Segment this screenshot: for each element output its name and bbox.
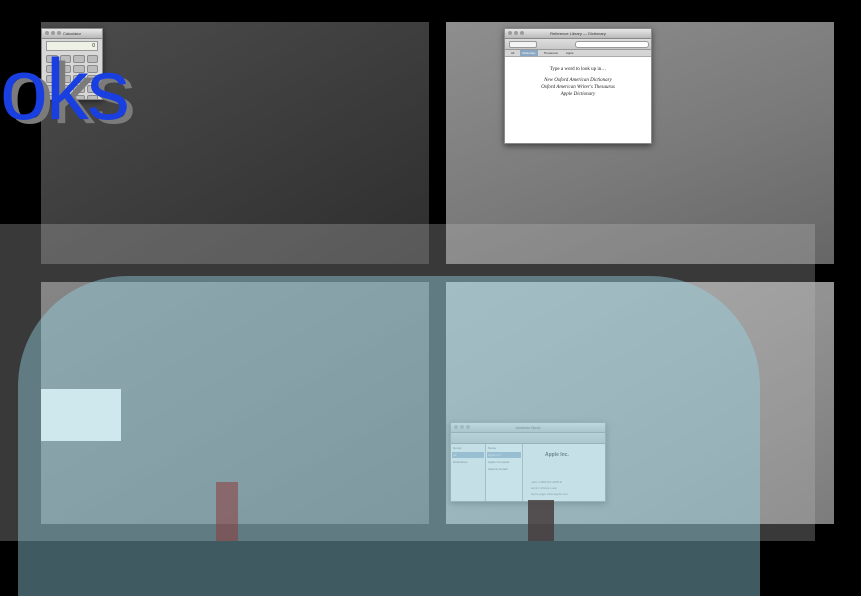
dictionary-tabs: All Dictionary Thesaurus Apple — [505, 50, 651, 57]
tab-apple[interactable]: Apple — [564, 50, 576, 56]
source-thesaurus[interactable]: Oxford American Writer's Thesaurus — [505, 84, 651, 91]
tab-thesaurus[interactable]: Thesaurus — [542, 50, 560, 56]
dictionary-body: Type a word to look up in… New Oxford Am… — [505, 67, 651, 98]
minimize-dot-icon[interactable] — [514, 31, 518, 35]
dictionary-toolbar — [505, 39, 651, 50]
zoom-dot-icon[interactable] — [57, 31, 61, 35]
lookup-prompt: Type a word to look up in… — [549, 67, 607, 72]
overlay-arch-shape — [18, 276, 760, 596]
source-list: New Oxford American Dictionary Oxford Am… — [505, 77, 651, 98]
minimize-dot-icon[interactable] — [51, 31, 55, 35]
window-controls[interactable] — [508, 31, 524, 35]
window-controls[interactable] — [45, 31, 61, 35]
overlay-bar-right — [528, 500, 554, 541]
source-noad[interactable]: New Oxford American Dictionary — [505, 77, 651, 84]
dictionary-titlebar[interactable]: Reference Library — Dictionary — [505, 29, 651, 39]
zoom-dot-icon[interactable] — [520, 31, 524, 35]
dictionary-title: Reference Library — Dictionary — [550, 31, 606, 36]
overlay-title-text: oks — [0, 42, 130, 138]
overlay-light-panel — [41, 389, 121, 441]
calculator-title: Calculator — [62, 31, 81, 36]
close-dot-icon[interactable] — [45, 31, 49, 35]
close-dot-icon[interactable] — [508, 31, 512, 35]
tab-all[interactable]: All — [509, 50, 516, 56]
source-apple-dictionary[interactable]: Apple Dictionary — [505, 91, 651, 98]
tab-dictionary[interactable]: Dictionary — [520, 50, 538, 56]
calculator-titlebar[interactable]: Calculator — [42, 29, 102, 39]
dictionary-window[interactable]: Reference Library — Dictionary All Dicti… — [504, 28, 652, 144]
back-forward-buttons[interactable] — [509, 41, 537, 48]
overlay-bar-left — [216, 482, 238, 541]
search-input[interactable] — [575, 41, 649, 48]
